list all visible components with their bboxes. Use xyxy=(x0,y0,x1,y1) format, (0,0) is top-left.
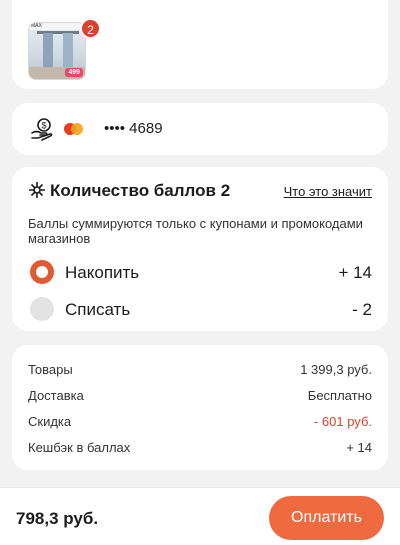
summary-row-delivery: Доставка Бесплатно xyxy=(28,388,372,404)
points-description: Баллы суммируются только с купонами и пр… xyxy=(28,216,363,246)
points-info-link[interactable]: Что это значит xyxy=(284,184,372,199)
radio-selected[interactable] xyxy=(30,260,54,284)
summary-row-goods: Товары 1 399,3 руб. xyxy=(28,362,372,378)
summary-row-discount: Скидка - 601 руб. xyxy=(28,414,372,430)
summary-row-cashback: Кешбэк в баллах + 14 xyxy=(28,440,372,456)
summary-key: Кешбэк в баллах xyxy=(28,440,131,455)
radio-unselected[interactable] xyxy=(30,297,54,321)
thumbnail-topbar: MAX xyxy=(29,23,85,30)
order-total: 798,3 руб. xyxy=(16,509,99,528)
summary-value-discount: - 601 руб. xyxy=(313,414,372,429)
summary-key: Доставка xyxy=(28,388,84,403)
points-option-spend[interactable]: Списать - 2 xyxy=(28,296,372,322)
option-label: Накопить xyxy=(65,263,140,282)
checkout-bar: 798,3 руб. Оплатить xyxy=(0,487,400,545)
card-number: •••• 4689 xyxy=(104,120,163,137)
summary-value: Бесплатно xyxy=(307,388,372,403)
option-label: Списать xyxy=(65,300,131,319)
points-card: Количество баллов 2 Что это значит Баллы… xyxy=(12,167,388,331)
payment-method-card[interactable]: $ •••• 4689 xyxy=(12,103,388,155)
sparkle-icon xyxy=(29,182,45,198)
product-card: MAX 499 2 xyxy=(12,0,388,89)
mastercard-icon xyxy=(64,123,84,135)
option-value: - 2 xyxy=(352,300,372,319)
summary-value: + 14 xyxy=(346,440,372,455)
order-summary-card: Товары 1 399,3 руб. Доставка Бесплатно С… xyxy=(12,345,388,470)
points-option-accumulate[interactable]: Накопить + 14 xyxy=(28,259,372,285)
points-title: Количество баллов 2 xyxy=(50,181,231,200)
product-thumbnail[interactable]: MAX 499 xyxy=(28,22,86,80)
option-value: + 14 xyxy=(338,263,372,282)
summary-key: Скидка xyxy=(28,414,72,429)
item-count-badge: 2 xyxy=(80,18,101,39)
thumbnail-price-tag: 499 xyxy=(65,68,83,77)
summary-key: Товары xyxy=(28,362,73,377)
summary-value: 1 399,3 руб. xyxy=(300,362,372,377)
svg-text:$: $ xyxy=(41,121,46,131)
coin-hand-icon: $ xyxy=(31,118,53,141)
pay-button[interactable]: Оплатить xyxy=(269,496,384,540)
